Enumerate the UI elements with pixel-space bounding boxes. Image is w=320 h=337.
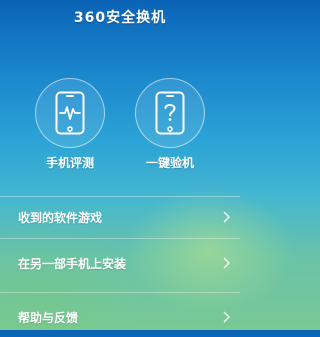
menu-item-help-feedback[interactable]: 帮助与反馈: [0, 297, 240, 337]
chevron-right-icon: [223, 257, 230, 269]
feature-phone-test[interactable]: 手机评测: [30, 78, 110, 171]
divider: [0, 292, 240, 293]
menu-item-label: 收到的软件游戏: [18, 210, 103, 225]
chevron-right-icon: [223, 211, 230, 223]
phone-pulse-icon: [55, 91, 85, 135]
app-title: 360安全换机: [73, 10, 167, 26]
menu-item-label: 在另一部手机上安装: [18, 256, 127, 271]
phone-test-label: 手机评测: [45, 156, 94, 170]
app-header: 360安全换机: [0, 0, 240, 34]
one-key-check-button[interactable]: [135, 78, 205, 148]
phone-question-icon: [155, 91, 185, 135]
feature-one-key-check[interactable]: 一键验机: [130, 78, 210, 171]
chevron-right-icon: [223, 311, 230, 323]
menu-item-label: 帮助与反馈: [18, 310, 79, 325]
one-key-check-label: 一键验机: [145, 156, 194, 170]
phone-test-button[interactable]: [35, 78, 105, 148]
divider: [0, 238, 240, 239]
menu-item-install-on-other-phone[interactable]: 在另一部手机上安装: [0, 243, 240, 283]
menu-item-received-apps[interactable]: 收到的软件游戏: [0, 197, 240, 237]
